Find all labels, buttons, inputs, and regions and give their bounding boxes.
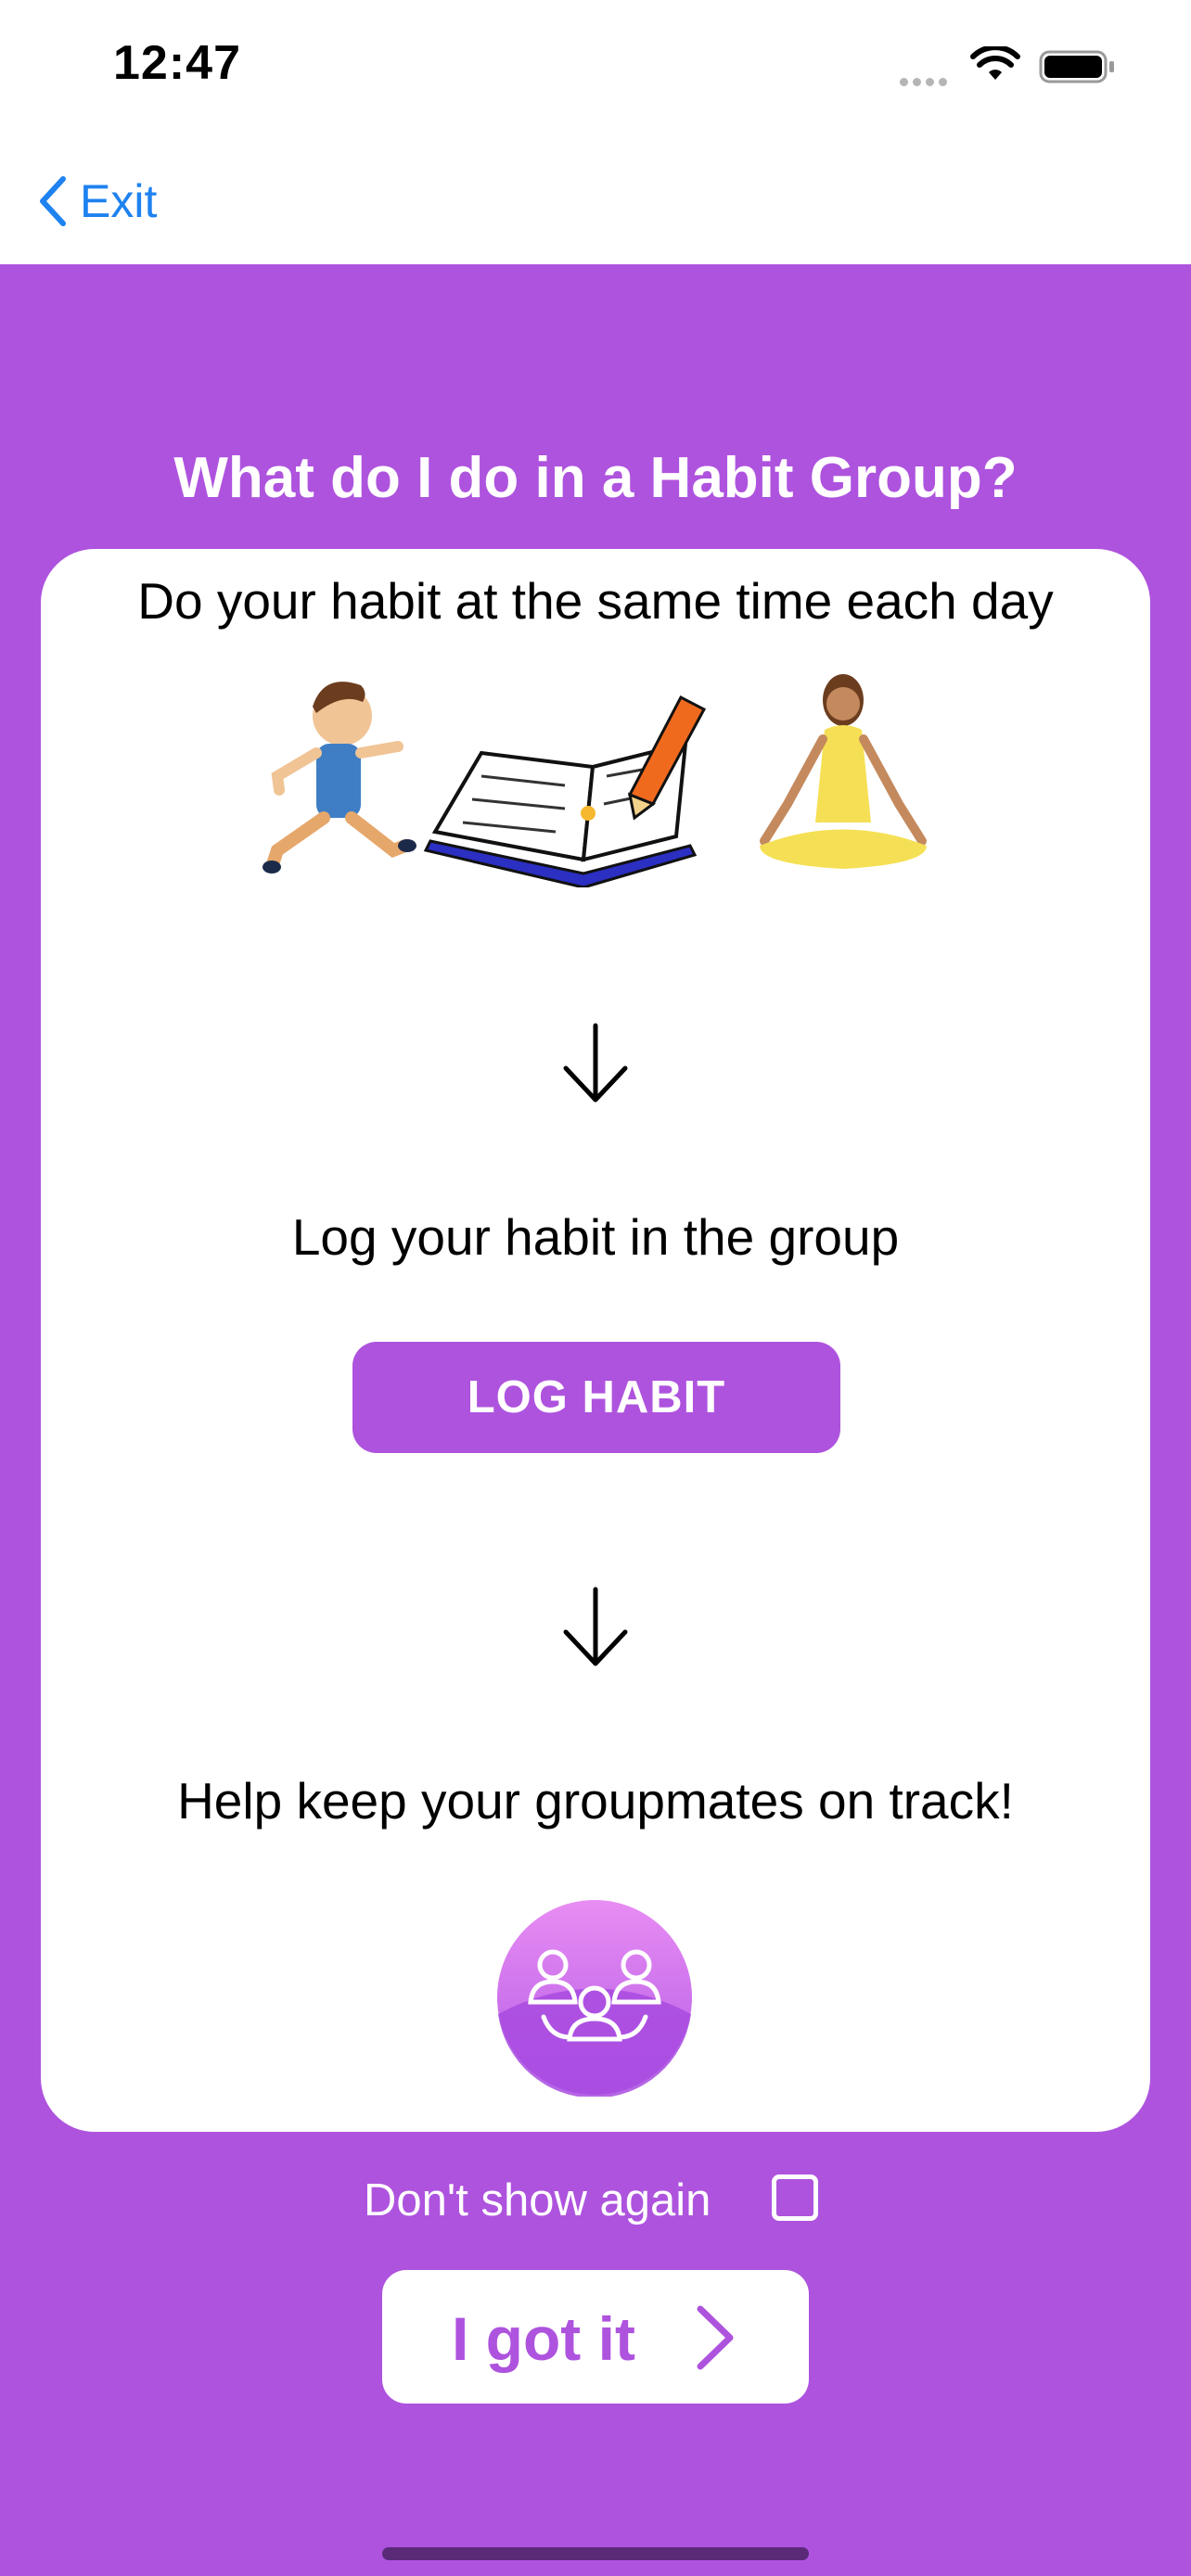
navigation-bar: Exit <box>0 139 1191 264</box>
meditation-illustration <box>760 674 927 869</box>
home-indicator <box>382 2547 809 2560</box>
down-arrow-icon <box>563 1023 628 1103</box>
back-chevron-icon <box>40 176 66 226</box>
main-content: What do I do in a Habit Group? Do your h… <box>0 264 1191 2576</box>
battery-icon <box>1039 50 1114 83</box>
exit-button[interactable]: Exit <box>37 174 157 228</box>
step-1-text: Do your habit at the same time each day <box>137 572 1054 630</box>
page-title: What do I do in a Habit Group? <box>173 446 1018 510</box>
journal-illustration <box>423 695 707 887</box>
step-3-text: Help keep your groupmates on track! <box>177 1772 1014 1830</box>
status-time: 12:47 <box>113 36 241 90</box>
step-2-text: Log your habit in the group <box>291 1208 900 1266</box>
exit-label: Exit <box>80 175 158 227</box>
log-habit-button[interactable]: LOG HABIT <box>352 1342 840 1453</box>
instructions-card: Do your habit at the same time each day <box>41 549 1150 2132</box>
got-it-button[interactable]: I got it <box>382 2270 809 2404</box>
chevron-right-icon <box>697 2305 734 2370</box>
running-boy-illustration <box>263 682 416 874</box>
down-arrow-icon <box>563 1587 628 1666</box>
wifi-icon <box>970 46 1020 80</box>
dont-show-again-label: Don't show again <box>364 2175 711 2225</box>
habit-illustrations <box>263 674 927 887</box>
cellular-signal-icon <box>900 74 952 91</box>
dont-show-again-row: Don't show again <box>0 2174 1191 2239</box>
group-icon <box>497 1900 692 2097</box>
status-bar: 12:47 <box>0 0 1191 139</box>
got-it-label: I got it <box>452 2304 635 2373</box>
dont-show-again-checkbox[interactable] <box>772 2174 818 2221</box>
